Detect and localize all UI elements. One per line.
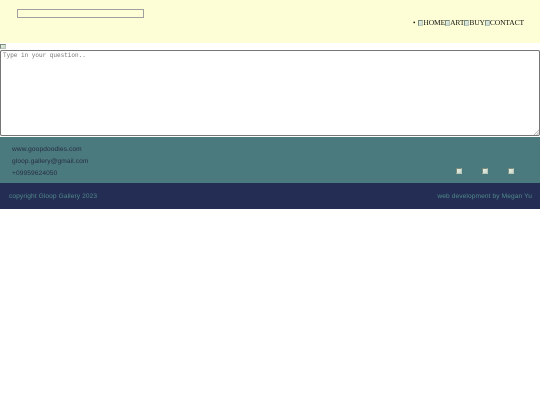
nav-item-contact[interactable]: CONTACT <box>484 18 524 28</box>
email-link[interactable]: gloop.gallery@gmail.com <box>12 158 88 165</box>
nav-label-home: HOME <box>423 18 446 27</box>
copyright-text: copyright Gloop Gallery 2023 <box>9 193 98 200</box>
nav-item-home[interactable]: HOME <box>418 18 445 28</box>
nav-label-buy: BUY <box>469 18 485 27</box>
question-textarea[interactable] <box>0 50 540 136</box>
nav-item-art[interactable]: ART <box>445 18 464 28</box>
broken-image-icon <box>508 168 514 174</box>
broken-image-icon <box>456 168 462 174</box>
broken-image-icon <box>482 168 488 174</box>
site-header: • HOME ART BUY CONTACT <box>0 0 540 43</box>
phone-number: +09959624050 <box>12 170 58 177</box>
site-footer: copyright Gloop Gallery 2023 web develop… <box>0 183 540 209</box>
nav-label-art: ART <box>450 18 465 27</box>
nav-item-buy[interactable]: BUY <box>464 18 485 28</box>
social-link-1[interactable] <box>456 168 462 174</box>
broken-image-icon <box>0 44 6 49</box>
social-link-2[interactable] <box>482 168 488 174</box>
developer-credit: web development by Megan Yu <box>437 193 532 200</box>
social-link-3[interactable] <box>508 168 514 174</box>
logo-image[interactable] <box>17 9 144 18</box>
website-link[interactable]: www.goopdoodles.com <box>12 146 82 153</box>
main-nav: • HOME ART BUY CONTACT <box>413 18 524 28</box>
nav-bullet: • <box>412 19 416 27</box>
contact-section: www.goopdoodles.com gloop.gallery@gmail.… <box>0 137 540 183</box>
nav-label-contact: CONTACT <box>489 18 524 27</box>
